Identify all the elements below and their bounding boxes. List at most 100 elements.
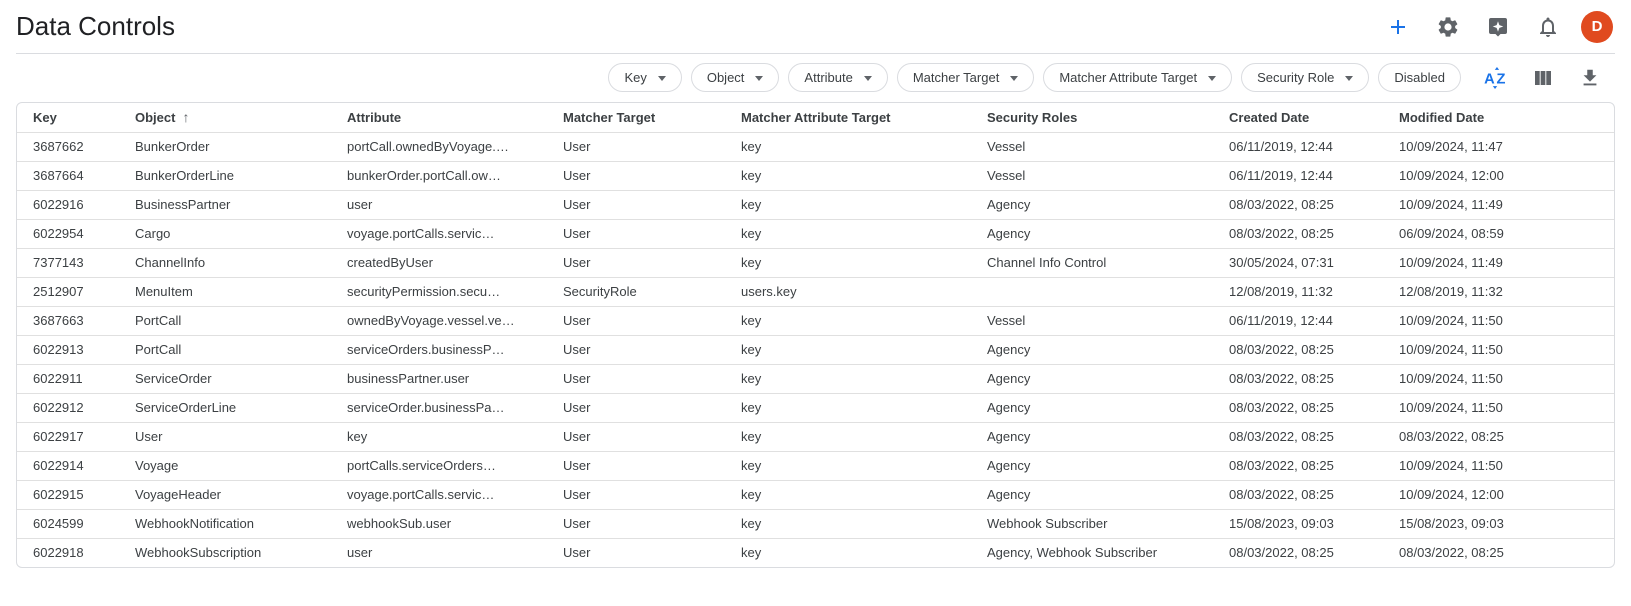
columns-icon [1531, 66, 1555, 90]
table-row-10[interactable]: 6022912ServiceOrderLineserviceOrder.busi… [17, 393, 1615, 422]
cell-matcher-target: SecurityRole [547, 277, 725, 306]
sort-button[interactable]: A Z [1483, 65, 1509, 91]
column-header-object[interactable]: Object↑ [119, 103, 331, 132]
table-row-15[interactable]: 6022918WebhookSubscriptionuserUserkeyAge… [17, 538, 1615, 567]
cell-matcher-attribute-target: key [725, 480, 971, 509]
cell-matcher-attribute-target: key [725, 538, 971, 567]
cell-key: 2512907 [17, 277, 119, 306]
filter-chip-attribute[interactable]: Attribute [788, 63, 887, 92]
cell-object: BusinessPartner [119, 190, 331, 219]
filter-chip-matcher-target[interactable]: Matcher Target [897, 63, 1034, 92]
avatar[interactable]: D [1581, 11, 1613, 43]
cell-security-roles: Agency [971, 393, 1213, 422]
cell-modified-date: 10/09/2024, 11:50 [1383, 306, 1615, 335]
cell-security-roles: Vessel [971, 161, 1213, 190]
cell-matcher-attribute-target: key [725, 219, 971, 248]
download-button[interactable] [1577, 65, 1603, 91]
notifications-button[interactable] [1533, 12, 1563, 42]
table-row-1[interactable]: 3687662BunkerOrderportCall.ownedByVoyage… [17, 132, 1615, 161]
plus-icon [1386, 15, 1410, 39]
cell-matcher-target: User [547, 248, 725, 277]
cell-created-date: 08/03/2022, 08:25 [1213, 335, 1383, 364]
filter-chip-matcher-attribute-target[interactable]: Matcher Attribute Target [1043, 63, 1232, 92]
cell-attribute: voyage.portCalls.servic… [331, 480, 547, 509]
filter-chip-disabled[interactable]: Disabled [1378, 63, 1461, 92]
cell-attribute: voyage.portCalls.servic… [331, 219, 547, 248]
table-row-9[interactable]: 6022911ServiceOrderbusinessPartner.userU… [17, 364, 1615, 393]
cell-security-roles: Agency [971, 451, 1213, 480]
cell-created-date: 08/03/2022, 08:25 [1213, 190, 1383, 219]
cell-object: VoyageHeader [119, 480, 331, 509]
table-row-11[interactable]: 6022917UserkeyUserkeyAgency08/03/2022, 0… [17, 422, 1615, 451]
table-row-6[interactable]: 2512907MenuItemsecurityPermission.secu…S… [17, 277, 1615, 306]
cell-key: 6022912 [17, 393, 119, 422]
cell-object: ChannelInfo [119, 248, 331, 277]
cell-matcher-attribute-target: key [725, 161, 971, 190]
toolbar-icons: A Z [1483, 65, 1603, 91]
add-button[interactable] [1383, 12, 1413, 42]
cell-attribute: bunkerOrder.portCall.ow… [331, 161, 547, 190]
cell-security-roles: Agency [971, 335, 1213, 364]
cell-object: PortCall [119, 306, 331, 335]
app-header: Data Controls D [0, 0, 1631, 53]
cell-key: 3687663 [17, 306, 119, 335]
cell-object: PortCall [119, 335, 331, 364]
cell-key: 6022918 [17, 538, 119, 567]
cell-matcher-target: User [547, 393, 725, 422]
table-row-3[interactable]: 6022916BusinessPartneruserUserkeyAgency0… [17, 190, 1615, 219]
cell-object: ServiceOrderLine [119, 393, 331, 422]
column-header-created-date[interactable]: Created Date [1213, 103, 1383, 132]
cell-matcher-attribute-target: key [725, 306, 971, 335]
cell-object: BunkerOrderLine [119, 161, 331, 190]
column-header-security-roles[interactable]: Security Roles [971, 103, 1213, 132]
cell-matcher-target: User [547, 132, 725, 161]
cell-object: MenuItem [119, 277, 331, 306]
cell-matcher-target: User [547, 422, 725, 451]
settings-button[interactable] [1433, 12, 1463, 42]
cell-security-roles: Channel Info Control [971, 248, 1213, 277]
cell-object: User [119, 422, 331, 451]
table-row-13[interactable]: 6022915VoyageHeadervoyage.portCalls.serv… [17, 480, 1615, 509]
cell-created-date: 08/03/2022, 08:25 [1213, 538, 1383, 567]
cell-attribute: createdByUser [331, 248, 547, 277]
column-header-key[interactable]: Key [17, 103, 119, 132]
cell-security-roles: Agency [971, 422, 1213, 451]
cell-created-date: 08/03/2022, 08:25 [1213, 219, 1383, 248]
column-header-modified-date[interactable]: Modified Date [1383, 103, 1615, 132]
cell-attribute: user [331, 538, 547, 567]
column-header-matcher-attribute-target[interactable]: Matcher Attribute Target [725, 103, 971, 132]
cell-object: Cargo [119, 219, 331, 248]
filter-chip-label: Security Role [1257, 70, 1334, 85]
cell-modified-date: 10/09/2024, 12:00 [1383, 161, 1615, 190]
cell-modified-date: 10/09/2024, 11:50 [1383, 335, 1615, 364]
table-row-8[interactable]: 6022913PortCallserviceOrders.businessP…U… [17, 335, 1615, 364]
cell-created-date: 06/11/2019, 12:44 [1213, 132, 1383, 161]
cell-modified-date: 08/03/2022, 08:25 [1383, 538, 1615, 567]
filter-chip-label: Matcher Attribute Target [1059, 70, 1197, 85]
cell-attribute: user [331, 190, 547, 219]
cell-created-date: 08/03/2022, 08:25 [1213, 480, 1383, 509]
cell-matcher-target: User [547, 306, 725, 335]
table-row-7[interactable]: 3687663PortCallownedByVoyage.vessel.ve…U… [17, 306, 1615, 335]
sort-ascending-icon: ↑ [182, 109, 189, 125]
table-row-14[interactable]: 6024599WebhookNotificationwebhookSub.use… [17, 509, 1615, 538]
whats-new-button[interactable] [1483, 12, 1513, 42]
cell-key: 3687664 [17, 161, 119, 190]
cell-matcher-attribute-target: key [725, 248, 971, 277]
column-header-attribute[interactable]: Attribute [331, 103, 547, 132]
filter-chip-object[interactable]: Object [691, 63, 780, 92]
cell-key: 6022916 [17, 190, 119, 219]
columns-button[interactable] [1530, 65, 1556, 91]
table-row-2[interactable]: 3687664BunkerOrderLinebunkerOrder.portCa… [17, 161, 1615, 190]
table-row-5[interactable]: 7377143ChannelInfocreatedByUserUserkeyCh… [17, 248, 1615, 277]
column-header-matcher-target[interactable]: Matcher Target [547, 103, 725, 132]
filter-chip-key[interactable]: Key [608, 63, 681, 92]
filter-chip-security-role[interactable]: Security Role [1241, 63, 1369, 92]
cell-attribute: portCall.ownedByVoyage.… [331, 132, 547, 161]
table-row-4[interactable]: 6022954Cargovoyage.portCalls.servic…User… [17, 219, 1615, 248]
cell-object: BunkerOrder [119, 132, 331, 161]
cell-security-roles [971, 277, 1213, 306]
cell-matcher-target: User [547, 509, 725, 538]
table-row-12[interactable]: 6022914VoyageportCalls.serviceOrders…Use… [17, 451, 1615, 480]
cell-modified-date: 10/09/2024, 11:49 [1383, 248, 1615, 277]
